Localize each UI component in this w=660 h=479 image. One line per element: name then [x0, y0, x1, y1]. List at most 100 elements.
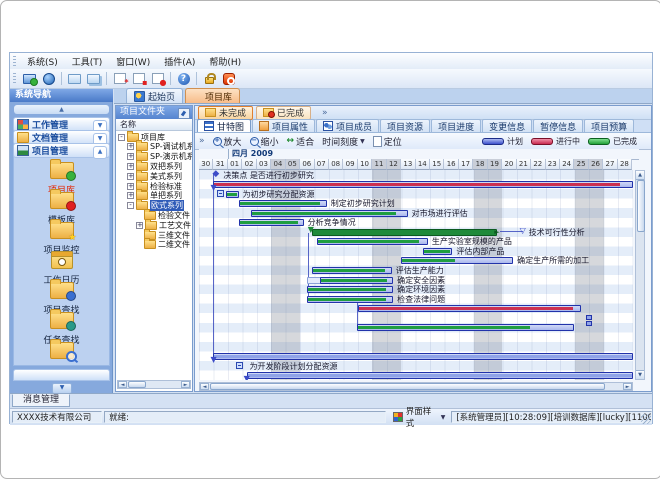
task-progress [402, 259, 455, 262]
milestone-pair[interactable] [586, 321, 592, 326]
view-tab-项目进度[interactable]: 项目进度 [431, 119, 481, 132]
folder-icon[interactable] [65, 71, 84, 87]
menu-item[interactable]: 帮助(H) [202, 54, 248, 69]
computer-icon[interactable] [20, 71, 39, 87]
report-new-icon[interactable]: * [110, 71, 129, 87]
task-start-marker [217, 190, 224, 197]
view-tab-甘特图[interactable]: 甘特图 [197, 119, 251, 132]
view-tab-项目预算[interactable]: 项目预算 [584, 119, 634, 132]
view-tab-暂停信息[interactable]: 暂停信息 [533, 119, 583, 132]
gantt-button-时间刻度[interactable]: 时间刻度▼ [318, 134, 369, 148]
task-bar[interactable] [312, 267, 392, 274]
scroll-down-icon[interactable]: ▼ [636, 370, 644, 379]
scroll-left-icon[interactable]: ◄ [200, 383, 209, 390]
gantt-button-适合[interactable]: ↔适合 [283, 134, 319, 148]
exit-icon[interactable] [219, 71, 238, 87]
task-bar[interactable] [307, 286, 393, 293]
toolbar-grip[interactable] [13, 73, 16, 84]
legend-label: 已完成 [613, 136, 637, 147]
report-delete-icon[interactable]: ● [148, 71, 167, 87]
tree-panel: 项目文件夹 名称 -项目库+SP-调试机系+SP-演示机系+双把系列+美式系列+… [115, 105, 193, 392]
task-bar[interactable] [213, 353, 633, 360]
task-label: 为开发阶段计划分配资源 [249, 362, 337, 371]
resize-grip[interactable] [641, 414, 651, 424]
scroll-right-icon[interactable]: ► [181, 381, 190, 388]
message-manager-tab[interactable]: 消息管理 [12, 394, 70, 407]
scroll-left-icon[interactable]: ◄ [118, 381, 127, 388]
view-tab-项目成员[interactable]: 项目成员 [316, 119, 379, 132]
scroll-right-icon[interactable]: ► [623, 383, 632, 390]
lock-icon[interactable] [200, 71, 219, 87]
task-bar[interactable] [357, 324, 574, 331]
task-bar[interactable] [320, 277, 393, 284]
gantt-vscrollbar[interactable]: ▲ ▼ [635, 170, 645, 380]
task-bar[interactable] [247, 372, 633, 379]
filter-tab-label: 已完成 [277, 106, 304, 119]
tree-column-header[interactable]: 名称 [116, 119, 192, 131]
collapse-icon[interactable]: - [127, 202, 134, 209]
task-bar[interactable] [317, 238, 427, 245]
expand-icon[interactable]: + [127, 163, 134, 170]
gantt-connector [213, 174, 214, 354]
day-cell: 19 [488, 159, 502, 170]
sidebar-group-项目管理[interactable]: 项目管理▲ [13, 143, 110, 158]
toolbar-overflow-icon[interactable]: » [199, 136, 205, 146]
tab-起始页[interactable]: 起始页 [126, 88, 183, 103]
task-bar[interactable] [239, 219, 303, 226]
toolbar-separator [106, 72, 107, 85]
menu-item[interactable]: 窗口(W) [109, 54, 157, 69]
task-bar[interactable] [251, 210, 408, 217]
filter-tab-未完成[interactable]: 未完成 [198, 106, 253, 120]
milestone-pair[interactable] [586, 315, 592, 320]
view-tab-项目属性[interactable]: 项目属性 [252, 119, 315, 132]
expand-icon[interactable]: + [127, 143, 134, 150]
task-bar[interactable] [423, 248, 452, 255]
gantt-button-缩小[interactable]: −缩小 [246, 134, 283, 148]
report-edit-icon[interactable]: ▪ [129, 71, 148, 87]
task-bar[interactable] [358, 305, 581, 312]
gantt-button-放大[interactable]: +放大 [209, 134, 246, 148]
pin-icon[interactable] [178, 108, 190, 119]
gantt-hscrollbar[interactable]: ◄ ► [199, 382, 633, 391]
view-tab-项目资源[interactable]: 项目资源 [380, 119, 430, 132]
menu-grip[interactable] [13, 56, 16, 67]
task-bar[interactable] [239, 200, 326, 207]
day-cell: 01 [228, 159, 242, 170]
task-bar[interactable] [312, 229, 498, 236]
tree-node-二维文件[interactable]: 二维文件 [136, 240, 190, 250]
status-session: [系统管理员][10:28:09][培训数据库][lucky][11000] [451, 411, 652, 423]
sidebar-scroll-up[interactable]: ▲ [14, 105, 109, 114]
collapse-icon[interactable]: - [118, 134, 125, 141]
gantt-marker: ► [494, 228, 499, 236]
chevron-up-icon[interactable]: ▲ [93, 146, 107, 159]
tree-hscrollbar[interactable]: ◄ ► [117, 380, 191, 389]
scroll-thumb[interactable] [210, 383, 605, 390]
scroll-thumb[interactable] [637, 180, 645, 232]
expand-icon[interactable]: + [136, 222, 143, 229]
gantt-button-定位[interactable]: 定位 [369, 134, 406, 148]
ui-style-button[interactable]: 界面样式 ▼ [390, 411, 448, 423]
sidebar-partial-group[interactable] [13, 369, 110, 381]
folder-copy-icon[interactable] [84, 71, 103, 87]
expand-icon[interactable]: + [127, 173, 134, 180]
help-icon[interactable]: ? [174, 71, 193, 87]
menu-item[interactable]: 工具(T) [65, 54, 110, 69]
view-tab-变更信息[interactable]: 变更信息 [482, 119, 532, 132]
menu-item[interactable]: 系统(S) [20, 54, 65, 69]
milestone-square[interactable] [236, 362, 243, 369]
task-bar[interactable] [307, 296, 393, 303]
task-bar[interactable] [401, 257, 513, 264]
tab-项目库[interactable]: 项目库 [185, 88, 240, 103]
task-bar[interactable] [213, 181, 633, 188]
scroll-up-icon[interactable]: ▲ [636, 171, 644, 180]
overflow-chevron-icon[interactable]: » [322, 108, 328, 118]
expand-icon[interactable]: + [127, 153, 134, 160]
task-bar[interactable] [226, 191, 238, 198]
scroll-thumb[interactable] [128, 381, 146, 388]
expand-icon[interactable]: + [127, 192, 134, 199]
expand-icon[interactable]: + [127, 183, 134, 190]
sidebar-item-项目文档查找[interactable]: 项目文档查找 [14, 339, 109, 366]
menu-item[interactable]: 插件(A) [157, 54, 202, 69]
globe-icon[interactable] [39, 71, 58, 87]
filter-tab-已完成[interactable]: 已完成 [256, 106, 311, 120]
